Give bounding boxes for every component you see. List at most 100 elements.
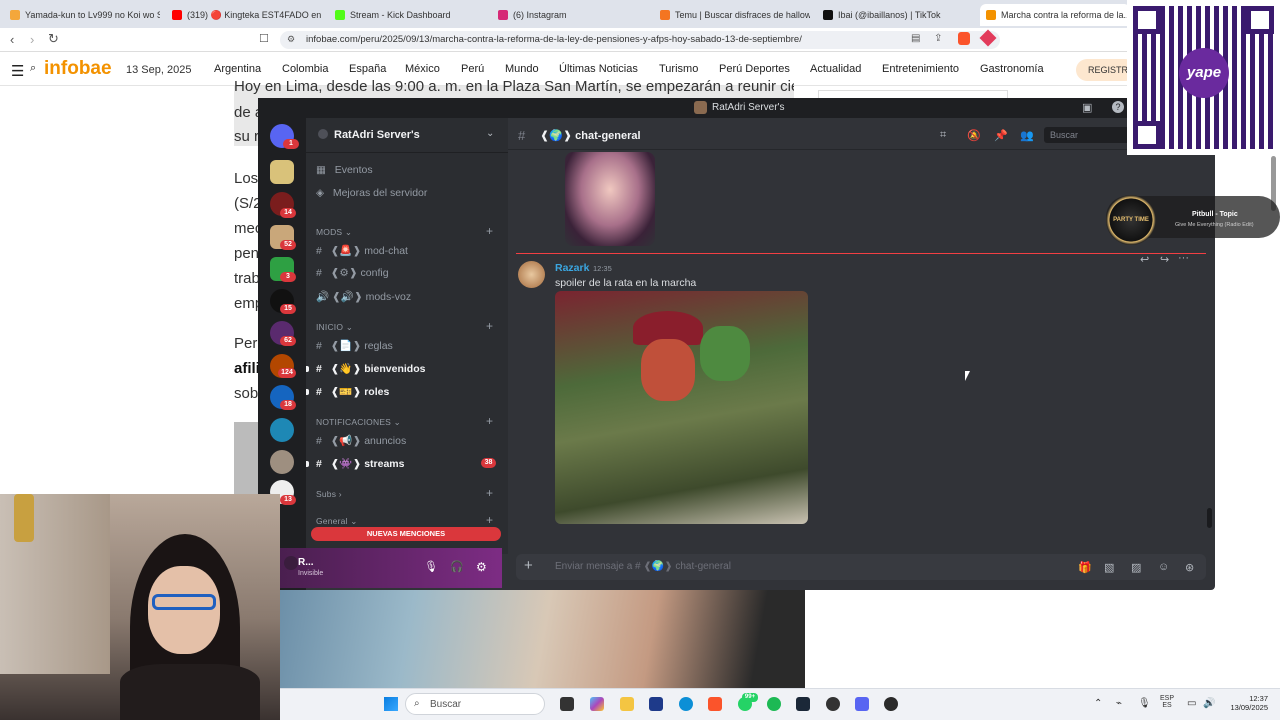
inbox-icon[interactable]: ▣ [1082, 101, 1092, 114]
site-logo[interactable]: infobae [44, 58, 112, 80]
back-icon[interactable]: ‹ [10, 32, 14, 47]
sticker-icon[interactable]: ▨ [1131, 561, 1141, 574]
taskbar-search-input[interactable]: ⌕ Buscar [405, 693, 545, 715]
brave-shield-icon[interactable] [958, 32, 970, 45]
nav-peru-deportes[interactable]: Perú Deportes [719, 63, 790, 75]
message-input[interactable]: Enviar mensaje a # ❰🌍❱ chat-general [555, 561, 731, 572]
channel-bienvenidos[interactable]: # ❰👋❱ bienvenidos [316, 362, 425, 375]
new-mentions-banner[interactable]: NUEVAS MENCIONES [311, 527, 501, 541]
gift-icon[interactable]: 🎁 [1078, 561, 1092, 574]
channel-anuncios[interactable]: # ❰📢❱ anuncios [316, 434, 406, 447]
help-icon[interactable]: ? [1112, 101, 1124, 113]
brave-browser-icon[interactable] [708, 697, 722, 711]
emoji-icon[interactable]: ☺ [1158, 561, 1169, 573]
add-channel-icon[interactable]: + [486, 319, 493, 333]
server-header-button[interactable]: RatAdri Server's ⌄ [316, 126, 504, 144]
microsoft-store-icon[interactable] [649, 697, 663, 711]
menu-icon[interactable]: ☰ [11, 62, 24, 80]
add-channel-icon[interactable]: + [486, 513, 493, 527]
chat-scrollbar[interactable] [1207, 508, 1212, 528]
activities-gamepad-icon[interactable]: ⊛ [1185, 561, 1194, 574]
avatar[interactable] [284, 556, 298, 570]
nav-colombia[interactable]: Colombia [282, 63, 328, 75]
url-input[interactable]: infobae.com/peru/2025/09/13/marcha-contr… [280, 31, 1000, 49]
channel-reglas[interactable]: # ❰📄❱ reglas [316, 339, 393, 352]
category-general[interactable]: General ⌄ [316, 516, 358, 527]
search-icon[interactable]: ⌕ [30, 62, 36, 75]
member-list-icon[interactable]: 👥 [1020, 129, 1034, 142]
share-icon[interactable]: ⇪ [934, 33, 942, 44]
nav-peru[interactable]: Perú [461, 63, 484, 75]
chevron-up-icon[interactable]: ⌃ [1094, 698, 1102, 709]
reply-icon[interactable]: ↩ [1140, 253, 1149, 266]
add-channel-icon[interactable]: + [486, 224, 493, 238]
channel-roles[interactable]: # ❰🎫❱ roles [316, 385, 389, 398]
spotify-icon[interactable] [767, 697, 781, 711]
site-settings-icon[interactable]: ⚙ [287, 34, 295, 45]
guild-icon[interactable] [270, 450, 294, 474]
nav-turismo[interactable]: Turismo [659, 63, 698, 75]
add-channel-icon[interactable]: + [486, 414, 493, 428]
forward-icon[interactable]: › [30, 32, 34, 47]
channel-streams[interactable]: # ❰👾❱ streams [316, 457, 404, 470]
edge-icon[interactable] [679, 697, 693, 711]
pin-icon[interactable]: 📌 [994, 129, 1008, 142]
copilot-icon[interactable] [590, 697, 604, 711]
meme-soldiers-image[interactable] [555, 291, 808, 524]
volume-icon[interactable]: 🔊 [1203, 698, 1215, 709]
headphones-icon[interactable]: 🎧 [450, 560, 464, 573]
browser-tab[interactable]: (6) Instagram [498, 4, 648, 26]
nav-argentina[interactable]: Argentina [214, 63, 261, 75]
browser-tab[interactable]: Temu | Buscar disfraces de hallowee... [660, 4, 810, 26]
browser-tab-active[interactable]: Marcha contra la reforma de la... [980, 4, 1130, 26]
events-item[interactable]: ▦ Eventos [316, 164, 373, 176]
user-settings-gear-icon[interactable]: ⚙ [476, 560, 487, 574]
microphone-icon[interactable]: 🎙 [1138, 698, 1151, 709]
obs-icon[interactable] [826, 697, 840, 711]
display-icon[interactable]: ▭ [1187, 698, 1196, 709]
channel-mod-chat[interactable]: # ❰🚨❱ mod-chat [316, 244, 408, 257]
add-attachment-icon[interactable]: + [524, 557, 533, 574]
channel-config[interactable]: # ❰⚙❱ config [316, 267, 389, 279]
file-explorer-icon[interactable] [620, 697, 634, 711]
input-language[interactable]: ESP ES [1160, 695, 1174, 709]
nav-mexico[interactable]: México [405, 63, 440, 75]
category-subs[interactable]: Subs › [316, 489, 342, 499]
nav-ultimas-noticias[interactable]: Últimas Noticias [559, 63, 638, 75]
search-input[interactable]: Buscar [1044, 127, 1134, 143]
add-channel-icon[interactable]: + [486, 486, 493, 500]
nav-actualidad[interactable]: Actualidad [810, 63, 861, 75]
network-icon[interactable]: ⌁ [1116, 698, 1122, 709]
system-clock[interactable]: 12:37 13/09/2025 [1226, 694, 1268, 712]
browser-tab[interactable]: Stream - Kick Dashboard [335, 4, 485, 26]
notification-bell-muted-icon[interactable]: 🔕 [967, 129, 981, 142]
forward-message-icon[interactable]: ↪ [1160, 253, 1169, 266]
microphone-icon[interactable]: 🎙 [424, 560, 438, 573]
threads-icon[interactable]: ⌗ [940, 129, 946, 142]
browser-tab[interactable]: Yamada-kun to Lv999 no Koi wo Su... [10, 4, 160, 26]
category-mods[interactable]: MODS ⌄ [316, 227, 352, 238]
steam-icon[interactable] [796, 697, 810, 711]
app-icon[interactable] [884, 697, 898, 711]
guild-icon[interactable] [270, 418, 294, 442]
reader-icon[interactable]: ▤ [911, 33, 920, 44]
browser-tab[interactable]: Ibai (@ibaillanos) | TikTok [823, 4, 973, 26]
channel-mods-voz[interactable]: 🔊 ❰🔊❱ mods-voz [316, 290, 411, 303]
gif-icon[interactable]: ▧ [1104, 561, 1114, 574]
discord-taskbar-icon[interactable] [855, 697, 869, 711]
task-view-icon[interactable] [560, 697, 574, 711]
avatar[interactable] [518, 261, 545, 288]
browser-tab[interactable]: (319) 🔴 Kingteka EST4FADO en Est... [172, 4, 322, 26]
bookmark-icon[interactable]: ☐ [259, 32, 269, 45]
reload-icon[interactable]: ↻ [48, 31, 59, 47]
nav-entretenimiento[interactable]: Entretenimiento [882, 63, 959, 75]
guild-icon[interactable] [270, 160, 294, 184]
anime-sticker-image[interactable] [565, 152, 655, 246]
nav-mundo[interactable]: Mundo [505, 63, 539, 75]
nav-espana[interactable]: España [349, 63, 386, 75]
server-boosts-item[interactable]: ◈ Mejoras del servidor [316, 187, 427, 199]
category-notificaciones[interactable]: NOTIFICACIONES ⌄ [316, 417, 401, 428]
category-inicio[interactable]: INICIO ⌄ [316, 322, 353, 333]
windows-start-icon[interactable] [384, 697, 398, 711]
nav-gastronomia[interactable]: Gastronomía [980, 63, 1044, 75]
